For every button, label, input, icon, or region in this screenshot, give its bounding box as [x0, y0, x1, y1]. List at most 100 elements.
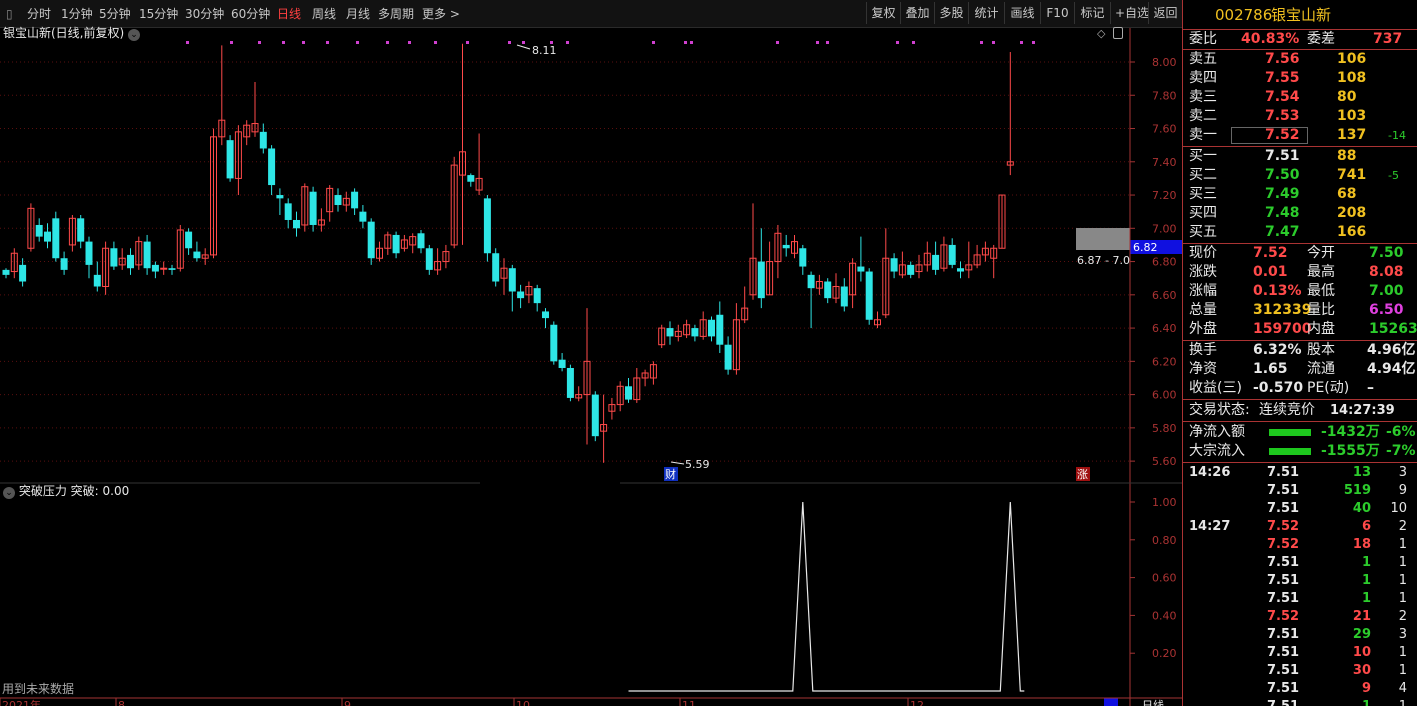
tick-count: 1 — [1398, 591, 1407, 606]
tick-row: 7.51 1 1 — [1183, 697, 1417, 706]
tick-row: 7.52 18 1 — [1183, 535, 1417, 554]
flow-value: -1432万 — [1321, 424, 1380, 440]
period-tab-2[interactable]: 5分钟 — [99, 0, 131, 28]
ask-label: 卖一 — [1189, 127, 1217, 143]
toolbar-button-5[interactable]: F10 — [1040, 2, 1074, 24]
candle-body-down — [467, 175, 475, 182]
candle-body-down — [558, 359, 566, 368]
signal-dot — [912, 41, 915, 44]
chart-title-text: 银宝山新(日线,前复权) — [3, 26, 125, 40]
stat-value: 1.65 — [1253, 361, 1288, 377]
toolbar-button-0[interactable]: 复权 — [866, 2, 900, 24]
weibi-label: 委比 — [1189, 31, 1217, 47]
chart-title[interactable]: 银宝山新(日线,前复权) ⌄ — [3, 25, 141, 41]
chart-area[interactable]: 8.11 5.59 6.87 - 7.06.82 财 涨 8.00 7.80 7.60 7.4… — [0, 28, 1182, 706]
bid-volume: 68 — [1337, 186, 1357, 202]
tick-volume: 13 — [1352, 465, 1371, 480]
stat-label: PE(动) — [1307, 380, 1350, 396]
chevron-down-icon[interactable]: ⌄ — [3, 487, 15, 499]
flow-percent: -7% — [1386, 443, 1416, 459]
trade-time: 14:27:39 — [1330, 403, 1395, 418]
tick-volume: 21 — [1352, 609, 1371, 624]
stat-label: 内盘 — [1307, 321, 1335, 337]
range-label: 6.87 - 7.0 — [1077, 254, 1130, 267]
ask-row: 卖五 7.56 106 — [1183, 50, 1417, 69]
toolbar-button-1[interactable]: 叠加 — [900, 2, 934, 24]
tick-row: 7.51 10 1 — [1183, 643, 1417, 662]
signal-dot — [326, 41, 329, 44]
period-tab-4[interactable]: 30分钟 — [185, 0, 224, 28]
indicator-line — [628, 501, 1025, 692]
x-tick-label: 日线 — [1142, 698, 1164, 706]
stat-row: 换手 6.32% 股本 4.96亿 — [1183, 341, 1417, 360]
tick-time: 14:26 — [1189, 465, 1231, 480]
tick-volume: 1 — [1361, 555, 1371, 570]
candle-body-down — [110, 248, 118, 267]
signal-dot — [1032, 41, 1035, 44]
toolbar-button-7[interactable]: +自选 — [1110, 2, 1149, 24]
candle-body-down — [566, 367, 574, 398]
candle-body-down — [425, 248, 433, 270]
future-data-note: 用到未来数据 — [2, 682, 75, 696]
tick-row: 7.51 40 10 — [1183, 499, 1417, 518]
tick-volume: 40 — [1352, 501, 1371, 516]
weibi-value: 40.83% — [1241, 31, 1300, 47]
tick-row: 14:26 7.51 13 3 — [1183, 463, 1417, 482]
toolbar-button-8[interactable]: 返回 — [1148, 2, 1182, 24]
period-tab-9[interactable]: 多周期 — [378, 0, 414, 28]
tick-row: 7.51 9 4 — [1183, 679, 1417, 698]
period-tab-5[interactable]: 60分钟 — [231, 0, 270, 28]
bid-label: 买二 — [1189, 167, 1217, 183]
stat-row: 外盘 159700内盘 152639 — [1183, 320, 1417, 339]
bid-row: 买一 7.51 88 — [1183, 147, 1417, 166]
period-tab-0[interactable]: 分时 — [27, 0, 51, 28]
bid-volume: 88 — [1337, 148, 1357, 164]
flow-value: -1555万 — [1321, 443, 1380, 459]
bid-row: 买三 7.49 68 — [1183, 185, 1417, 204]
tick-price: 7.51 — [1267, 681, 1300, 696]
bid-label: 买五 — [1189, 224, 1217, 240]
stat-value: 312339 — [1253, 302, 1312, 318]
toolbar-button-2[interactable]: 多股 — [934, 2, 968, 24]
indicator-value: 突破: 0.00 — [70, 484, 130, 498]
expand-icon[interactable] — [1113, 27, 1123, 39]
period-tab-1[interactable]: 1分钟 — [61, 0, 93, 28]
period-tab-10[interactable]: 更多 > — [422, 0, 460, 28]
candle-body-down — [824, 281, 832, 299]
candle-body-down — [691, 328, 699, 337]
indicator-title[interactable]: ⌄ 突破压力 突破: 0.00 — [3, 483, 129, 499]
candle-body-down — [309, 191, 317, 225]
signal-dot — [186, 41, 189, 44]
toolbar-button-3[interactable]: 统计 — [968, 2, 1004, 24]
toolbar-button-4[interactable]: 画线 — [1004, 2, 1040, 24]
candle-body-down — [52, 218, 60, 259]
x-tick-label: 10 — [516, 699, 530, 706]
toolbar-button-6[interactable]: 标记 — [1074, 2, 1110, 24]
chevron-down-icon[interactable]: ⌄ — [128, 29, 141, 41]
bid-change: -5 — [1388, 169, 1399, 182]
period-tab-3[interactable]: 15分钟 — [139, 0, 178, 28]
candle-body-down — [865, 271, 873, 320]
tick-count: 1 — [1398, 537, 1407, 552]
tick-volume: 30 — [1352, 663, 1371, 678]
candle-body-down — [708, 319, 715, 337]
diamond-icon[interactable]: ◇ — [1097, 27, 1105, 40]
ask-label: 卖二 — [1189, 108, 1217, 124]
stat-label: 今开 — [1307, 245, 1335, 261]
stat-value: 0.13% — [1253, 283, 1302, 299]
indicator-end-tag — [1104, 698, 1118, 706]
signal-dot — [408, 41, 411, 44]
tick-price: 7.51 — [1267, 663, 1300, 678]
candle-body-down — [890, 258, 898, 272]
y-tick-label: 7.40 — [1152, 156, 1177, 169]
period-tab-6[interactable]: 日线 — [277, 0, 301, 28]
period-tab-7[interactable]: 周线 — [312, 0, 336, 28]
y-tick-label: 7.20 — [1152, 189, 1177, 202]
flow-label: 净流入额 — [1189, 424, 1245, 440]
window-menu-icon[interactable]: ▯ — [6, 0, 13, 28]
ask-label: 卖三 — [1189, 89, 1217, 105]
period-tab-8[interactable]: 月线 — [346, 0, 370, 28]
candle-body-down — [85, 241, 93, 265]
candle-body-down — [151, 264, 159, 272]
candle-body-down — [782, 244, 790, 249]
